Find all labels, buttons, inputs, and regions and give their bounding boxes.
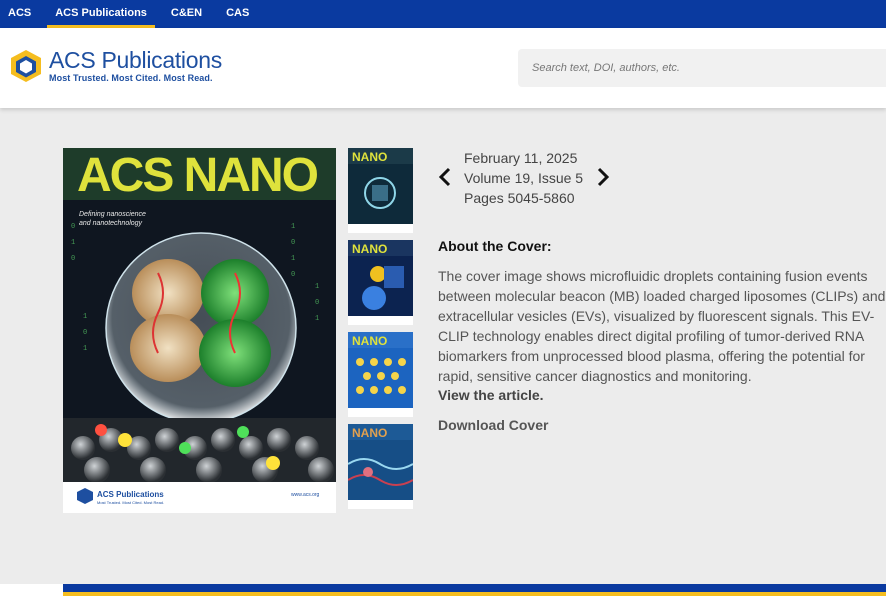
cover-thumbnail-3[interactable]: NANO xyxy=(348,332,413,417)
logo-tagline: Most Trusted. Most Cited. Most Read. xyxy=(49,73,213,83)
cover-thumbnail-4-artwork: NANO xyxy=(348,424,413,509)
svg-text:1: 1 xyxy=(83,313,87,321)
site-header: ACS Publications Most Trusted. Most Cite… xyxy=(0,28,886,108)
svg-text:1: 1 xyxy=(315,315,319,323)
issue-pages: Pages 5045-5860 xyxy=(464,190,575,206)
svg-text:0: 0 xyxy=(71,223,75,231)
footer-brand-strip xyxy=(63,584,886,596)
issue-date: February 11, 2025 xyxy=(464,150,578,166)
previous-issue-chevron-left-icon[interactable] xyxy=(438,166,452,194)
topnav-acs-publications-link[interactable]: ACS Publications xyxy=(47,0,155,28)
acs-hexagon-logo-icon xyxy=(11,50,41,82)
cover-thumbnail-4[interactable]: NANO xyxy=(348,424,413,509)
download-cover-link[interactable]: Download Cover xyxy=(438,417,548,433)
view-article-link[interactable]: View the article. xyxy=(438,387,544,403)
logo-title: ACS Publications xyxy=(49,47,222,73)
cover-url: www.acs.org xyxy=(291,492,320,498)
cover-thumbnail-1[interactable]: NANO xyxy=(348,148,413,233)
cover-thumbnail-2-artwork: NANO xyxy=(348,240,413,325)
issue-navigator: February 11, 2025 Volume 19, Issue 5 Pag… xyxy=(438,148,618,208)
svg-text:1: 1 xyxy=(291,255,295,263)
next-issue-chevron-right-icon[interactable] xyxy=(596,166,610,194)
cover-thumbnail-2[interactable]: NANO xyxy=(348,240,413,325)
svg-text:NANO: NANO xyxy=(352,242,387,256)
topnav-cas-link[interactable]: CAS xyxy=(218,0,257,28)
cover-thumbnail-3-artwork: NANO xyxy=(348,332,413,417)
svg-text:0: 0 xyxy=(291,239,295,247)
svg-text:NANO: NANO xyxy=(352,150,387,164)
svg-text:1: 1 xyxy=(71,239,75,247)
svg-text:0: 0 xyxy=(71,255,75,263)
topnav-acs-link[interactable]: ACS xyxy=(0,0,39,28)
svg-text:1: 1 xyxy=(291,223,295,231)
svg-text:1: 1 xyxy=(315,283,319,291)
svg-text:NANO: NANO xyxy=(352,334,387,348)
about-cover-description: The cover image shows microfluidic dropl… xyxy=(438,268,886,384)
cover-section: 0 1 0 1 0 1 0 1 0 1 1 0 1 ACS NANO Defining nanos… xyxy=(0,108,886,584)
cover-subtitle: Defining nanoscience and nanotechnology xyxy=(79,211,146,227)
cover-publisher: ACS Publications xyxy=(97,490,164,499)
svg-text:1: 1 xyxy=(83,345,87,353)
svg-text:NANO: NANO xyxy=(352,426,387,440)
acs-publications-logo[interactable]: ACS Publications Most Trusted. Most Cite… xyxy=(8,48,222,84)
top-navigation: ACS ACS Publications C&EN CAS xyxy=(0,0,886,28)
search-input[interactable] xyxy=(518,49,886,87)
svg-text:0: 0 xyxy=(315,299,319,307)
svg-text:0: 0 xyxy=(291,271,295,279)
cover-thumbnail-1-artwork: NANO xyxy=(348,148,413,233)
svg-text:0: 0 xyxy=(83,329,87,337)
issue-volume: Volume 19, Issue 5 xyxy=(464,170,584,186)
cover-publisher-tagline: Most Trusted. Most Cited. Most Read. xyxy=(97,500,165,505)
topnav-cen-link[interactable]: C&EN xyxy=(163,0,210,28)
cover-artwork: 0 1 0 1 0 1 0 1 0 1 1 0 1 xyxy=(63,148,336,513)
cover-journal-title: ACS NANO xyxy=(77,149,319,202)
about-cover-heading: About the Cover: xyxy=(438,238,552,254)
current-issue-cover[interactable]: 0 1 0 1 0 1 0 1 0 1 1 0 1 ACS NANO Defining nanos… xyxy=(63,148,336,513)
